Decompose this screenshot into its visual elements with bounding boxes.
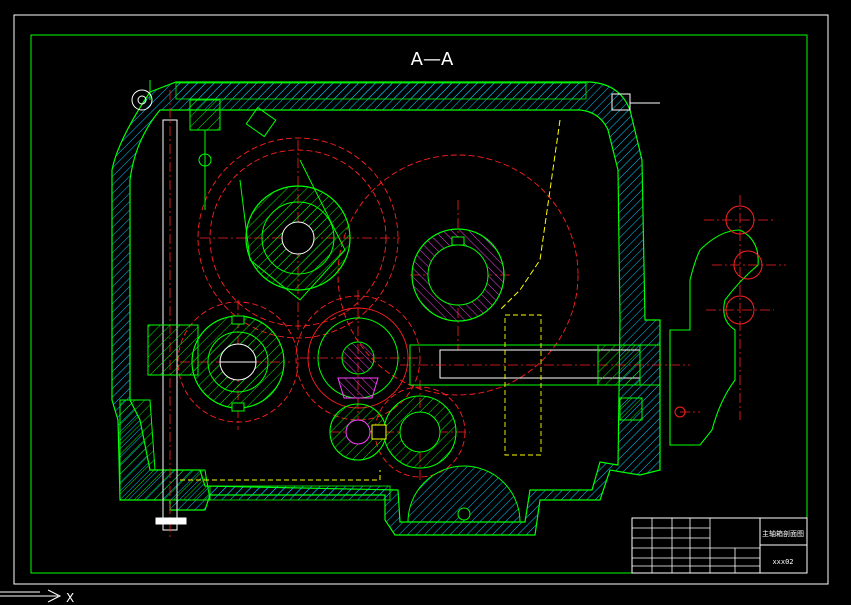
gearbox-housing (111, 81, 661, 536)
ucs-icon: X (0, 589, 74, 605)
gear-right (411, 228, 505, 322)
section-title: A—A (411, 49, 454, 70)
title-block: 主轴箱剖面图 xxx02 (631, 517, 808, 574)
drawing-code: xxx02 (772, 558, 793, 566)
axis-label-x: X (66, 591, 74, 605)
drawing-name: 主轴箱剖面图 (762, 529, 804, 538)
bottom-boss-hole (457, 507, 471, 521)
control-handle (669, 205, 786, 446)
cad-drawing-canvas: A—A 主轴箱剖面图 xxx02 X (0, 14, 829, 605)
gear-top (245, 185, 351, 291)
